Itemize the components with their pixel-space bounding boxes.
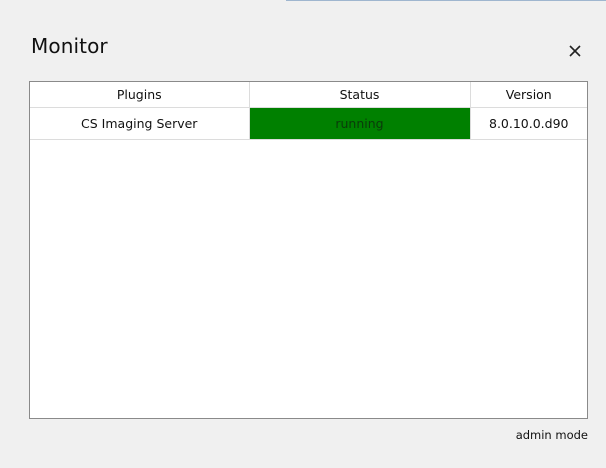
table-row[interactable]: CS Imaging Server running 8.0.10.0.d90 <box>30 107 587 140</box>
version-cell: 8.0.10.0.d90 <box>470 107 587 140</box>
plugins-table-panel: Plugins Status Version CS Imaging Server… <box>29 81 588 419</box>
close-button[interactable] <box>564 40 586 62</box>
monitor-window: Monitor Plugins Status Version CS Imagin… <box>0 0 606 468</box>
column-header-version[interactable]: Version <box>470 82 587 108</box>
column-header-plugins[interactable]: Plugins <box>30 82 250 108</box>
window-title: Monitor <box>31 34 108 58</box>
plugin-name-cell: CS Imaging Server <box>30 107 250 140</box>
admin-mode-label: admin mode <box>515 428 588 442</box>
table-header-row: Plugins Status Version <box>30 82 587 108</box>
close-icon <box>569 45 581 57</box>
status-cell: running <box>249 107 471 140</box>
window-top-border <box>286 0 606 1</box>
column-header-status[interactable]: Status <box>249 82 471 108</box>
plugins-table: Plugins Status Version CS Imaging Server… <box>30 82 587 140</box>
